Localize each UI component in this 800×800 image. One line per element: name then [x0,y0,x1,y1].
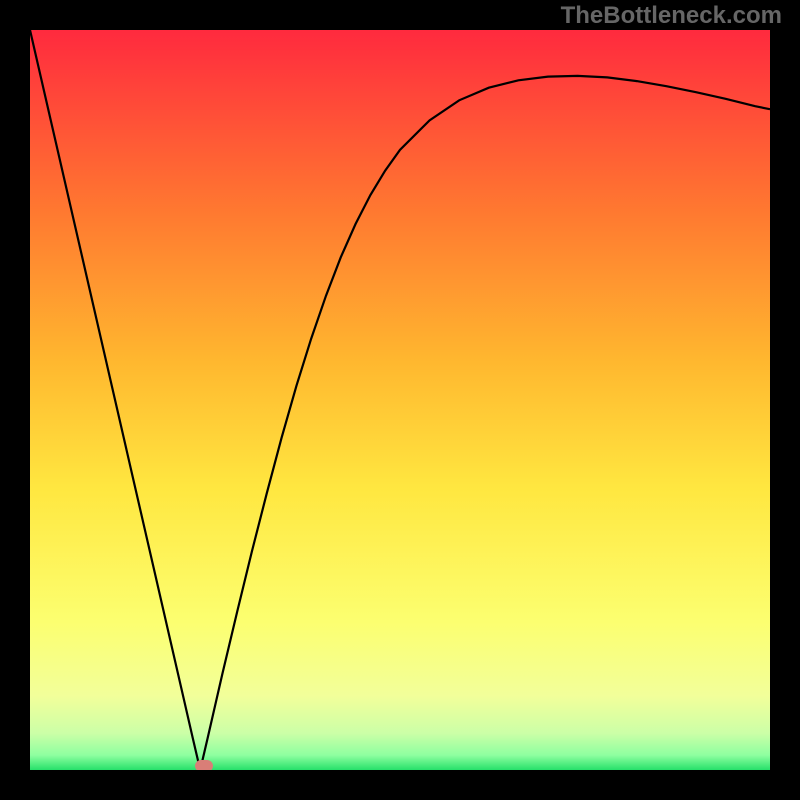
bottleneck-curve [30,30,770,770]
minimum-marker [195,760,213,770]
chart-frame: TheBottleneck.com [0,0,800,800]
plot-area [30,30,770,770]
attribution-text: TheBottleneck.com [561,2,782,30]
